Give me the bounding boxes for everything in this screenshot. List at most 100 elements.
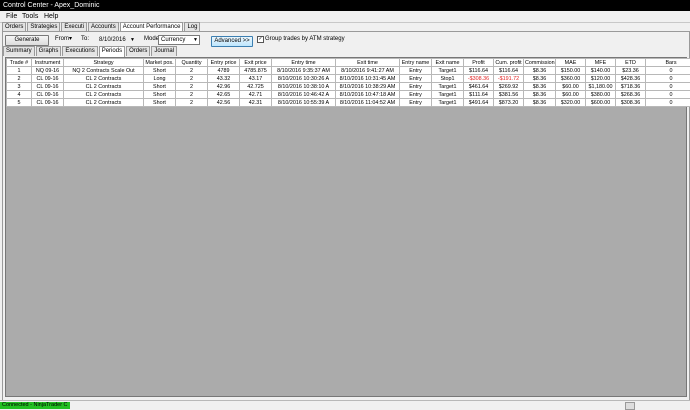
column-header[interactable]: Bars: [646, 59, 690, 67]
table-cell: Entry: [400, 67, 432, 75]
group-trades-checkbox[interactable]: ✓: [257, 36, 264, 43]
tab-periods[interactable]: Periods: [99, 46, 125, 57]
table-cell: $116.64: [464, 67, 494, 75]
table-cell: 42.71: [240, 91, 272, 99]
table-cell: 8/10/2016 10:30:26 A: [272, 75, 336, 83]
table-cell: Long: [144, 75, 176, 83]
table-cell: CL 2 Contracts: [64, 91, 144, 99]
menu-tools[interactable]: Tools: [22, 13, 38, 20]
mode-select[interactable]: Currency ▼: [158, 35, 200, 45]
table-cell: $120.00: [586, 75, 616, 83]
trades-table: Trade # Instrument Strategy Market pos. …: [6, 58, 690, 107]
table-cell: $873.20: [494, 99, 524, 107]
table-cell: 4789: [208, 67, 240, 75]
table-cell: NQ 09-16: [32, 67, 64, 75]
column-header[interactable]: ETD: [616, 59, 646, 67]
table-cell: CL 2 Contracts: [64, 83, 144, 91]
column-header[interactable]: Strategy: [64, 59, 144, 67]
chevron-down-icon: ▾: [69, 36, 72, 42]
table-cell: Entry: [400, 83, 432, 91]
tab-journal[interactable]: Journal: [151, 46, 177, 56]
column-header[interactable]: Cum. profit: [494, 59, 524, 67]
table-cell: $308.36: [616, 99, 646, 107]
table-cell: Short: [144, 83, 176, 91]
column-header[interactable]: Entry time: [272, 59, 336, 67]
table-cell: 42.31: [240, 99, 272, 107]
column-header[interactable]: Exit name: [432, 59, 464, 67]
table-cell: 43.32: [208, 75, 240, 83]
table-cell: 2: [176, 83, 208, 91]
table-cell: -$308.36: [464, 75, 494, 83]
table-cell: 8/10/2016 9:35:37 AM: [272, 67, 336, 75]
table-cell: $116.64: [494, 67, 524, 75]
table-cell: 42.65: [208, 91, 240, 99]
tab-graphs[interactable]: Graphs: [36, 46, 62, 56]
column-header[interactable]: Entry price: [208, 59, 240, 67]
column-header[interactable]: Trade #: [7, 59, 32, 67]
table-cell: CL 09-16: [32, 91, 64, 99]
trades-grid[interactable]: Trade # Instrument Strategy Market pos. …: [5, 57, 687, 397]
table-cell: 8/10/2016 10:47:18 AM: [336, 91, 400, 99]
column-header[interactable]: Market pos.: [144, 59, 176, 67]
table-cell: 0: [646, 67, 690, 75]
table-cell: $360.00: [556, 75, 586, 83]
table-cell: $461.64: [464, 83, 494, 91]
table-cell: $268.36: [616, 91, 646, 99]
table-row[interactable]: 4 CL 09-16 CL 2 Contracts Short 2 42.65 …: [7, 91, 690, 99]
table-cell: 2: [176, 67, 208, 75]
table-cell: $8.36: [524, 67, 556, 75]
menu-help[interactable]: Help: [44, 13, 58, 20]
table-cell: Target1: [432, 83, 464, 91]
column-header[interactable]: Entry name: [400, 59, 432, 67]
column-header[interactable]: MFE: [586, 59, 616, 67]
tab-executions-sub[interactable]: Executions: [62, 46, 97, 56]
column-header[interactable]: Profit: [464, 59, 494, 67]
table-cell: NQ 2 Contracts Scale Out: [64, 67, 144, 75]
table-cell: 4785.875: [240, 67, 272, 75]
table-cell: 2: [7, 75, 32, 83]
to-date-picker[interactable]: 8/10/2016 ▼: [96, 35, 137, 45]
to-date-value: 8/10/2016: [99, 37, 126, 43]
table-cell: $60.00: [556, 91, 586, 99]
table-cell: 42.96: [208, 83, 240, 91]
column-header[interactable]: Quantity: [176, 59, 208, 67]
table-cell: CL 2 Contracts: [64, 99, 144, 107]
table-cell: 0: [646, 99, 690, 107]
table-cell: 2: [176, 75, 208, 83]
table-row[interactable]: 5 CL 09-16 CL 2 Contracts Short 2 42.56 …: [7, 99, 690, 107]
table-row[interactable]: 3 CL 09-16 CL 2 Contracts Short 2 42.96 …: [7, 83, 690, 91]
column-header[interactable]: Exit time: [336, 59, 400, 67]
table-cell: $600.00: [586, 99, 616, 107]
advanced-button[interactable]: Advanced >>: [211, 36, 253, 47]
table-cell: 0: [646, 83, 690, 91]
menu-file[interactable]: File: [6, 13, 17, 20]
to-label: To:: [81, 35, 89, 44]
column-header[interactable]: Instrument: [32, 59, 64, 67]
column-header[interactable]: Exit price: [240, 59, 272, 67]
column-header[interactable]: Commission: [524, 59, 556, 67]
table-cell: $8.36: [524, 99, 556, 107]
tab-summary[interactable]: Summary: [3, 46, 35, 56]
table-cell: 8/10/2016 10:55:39 A: [272, 99, 336, 107]
column-header[interactable]: MAE: [556, 59, 586, 67]
table-row[interactable]: 2 CL 09-16 CL 2 Contracts Long 2 43.32 4…: [7, 75, 690, 83]
table-cell: $380.00: [586, 91, 616, 99]
table-cell: $269.92: [494, 83, 524, 91]
table-cell: $718.36: [616, 83, 646, 91]
from-label[interactable]: From▾: [55, 35, 72, 44]
generate-button[interactable]: Generate: [5, 35, 49, 46]
table-cell: Short: [144, 67, 176, 75]
table-cell: 8/10/2016 10:31:45 AM: [336, 75, 400, 83]
table-cell: $8.36: [524, 91, 556, 99]
connection-status: Connected - NinjaTrader C: [0, 402, 70, 409]
table-cell: 42.56: [208, 99, 240, 107]
table-cell: -$191.72: [494, 75, 524, 83]
table-row[interactable]: 1 NQ 09-16 NQ 2 Contracts Scale Out Shor…: [7, 67, 690, 75]
table-cell: 8/10/2016 10:38:10 A: [272, 83, 336, 91]
table-cell: $381.56: [494, 91, 524, 99]
table-cell: Target1: [432, 67, 464, 75]
table-cell: 0: [646, 75, 690, 83]
table-header-row: Trade # Instrument Strategy Market pos. …: [7, 59, 690, 67]
tab-orders-sub[interactable]: Orders: [126, 46, 150, 56]
mode-value: Currency: [161, 37, 185, 43]
